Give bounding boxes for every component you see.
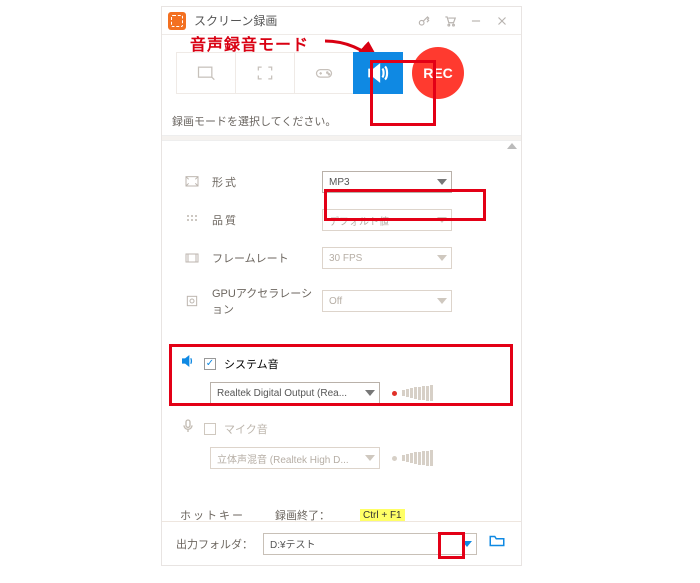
mode-fullscreen[interactable]	[235, 52, 295, 94]
scroll-up-icon[interactable]	[162, 141, 521, 151]
mode-hint: 録画モードを選択してください。	[162, 107, 521, 135]
chevron-down-icon	[437, 255, 447, 261]
mode-region[interactable]	[176, 52, 236, 94]
chevron-down-icon	[437, 179, 447, 185]
gpu-select: Off	[322, 290, 452, 312]
cart-icon[interactable]	[437, 10, 463, 32]
chevron-down-icon	[462, 541, 472, 547]
browse-folder-button[interactable]	[487, 532, 507, 555]
key-icon[interactable]	[411, 10, 437, 32]
quality-label: 品質	[212, 212, 322, 228]
chevron-down-icon	[365, 390, 375, 396]
chevron-down-icon	[437, 298, 447, 304]
framerate-icon	[182, 248, 202, 268]
system-audio-device-select[interactable]: Realtek Digital Output (Rea...	[210, 382, 380, 404]
record-button[interactable]: REC	[412, 47, 464, 99]
app-window: スクリーン録画 REC 録画モードを選択してください。	[161, 6, 522, 566]
format-select[interactable]: MP3	[322, 171, 452, 193]
chevron-down-icon	[437, 217, 447, 223]
gpu-icon	[182, 291, 202, 311]
annotation-label: 音声録音モード	[190, 31, 309, 55]
row-gpu: GPUアクセラレーション Off	[182, 285, 501, 317]
format-label: 形式	[212, 174, 322, 190]
system-audio-label: システム音	[224, 356, 279, 372]
row-framerate: フレームレート 30 FPS	[182, 247, 501, 269]
hotkey-key: Ctrl + F1	[360, 509, 405, 522]
quality-select: デフォルト値	[322, 209, 452, 231]
system-audio-meter	[392, 385, 433, 401]
minimize-button[interactable]	[463, 10, 489, 32]
gpu-label: GPUアクセラレーション	[212, 285, 322, 317]
quality-icon	[182, 210, 202, 230]
settings-form: 形式 MP3 品質 デフォルト値 フレームレート 30 FPS GPUアクセラレ…	[162, 151, 521, 343]
format-icon	[182, 172, 202, 192]
mode-audio[interactable]	[353, 52, 403, 94]
app-icon	[168, 12, 186, 30]
chevron-down-icon	[365, 455, 375, 461]
footer: 出力フォルダ： D:¥テスト	[162, 521, 521, 565]
system-audio-group: システム音 Realtek Digital Output (Rea...	[180, 353, 503, 404]
app-title: スクリーン録画	[194, 12, 277, 29]
output-folder-label: 出力フォルダ：	[176, 536, 253, 552]
mic-audio-device-select: 立体声混音 (Realtek High D...	[210, 447, 380, 469]
audio-section: システム音 Realtek Digital Output (Rea... マイク…	[162, 343, 521, 493]
mic-audio-meter	[392, 450, 433, 466]
mic-audio-checkbox[interactable]	[204, 423, 216, 435]
row-format: 形式 MP3	[182, 171, 501, 193]
system-audio-checkbox[interactable]	[204, 358, 216, 370]
mic-icon	[180, 418, 196, 439]
output-folder-input[interactable]: D:¥テスト	[263, 533, 477, 555]
framerate-label: フレームレート	[212, 250, 322, 266]
row-quality: 品質 デフォルト値	[182, 209, 501, 231]
mic-audio-label: マイク音	[224, 421, 268, 437]
mic-audio-group: マイク音 立体声混音 (Realtek High D...	[180, 418, 503, 469]
speaker-icon	[180, 353, 196, 374]
framerate-select: 30 FPS	[322, 247, 452, 269]
close-button[interactable]	[489, 10, 515, 32]
